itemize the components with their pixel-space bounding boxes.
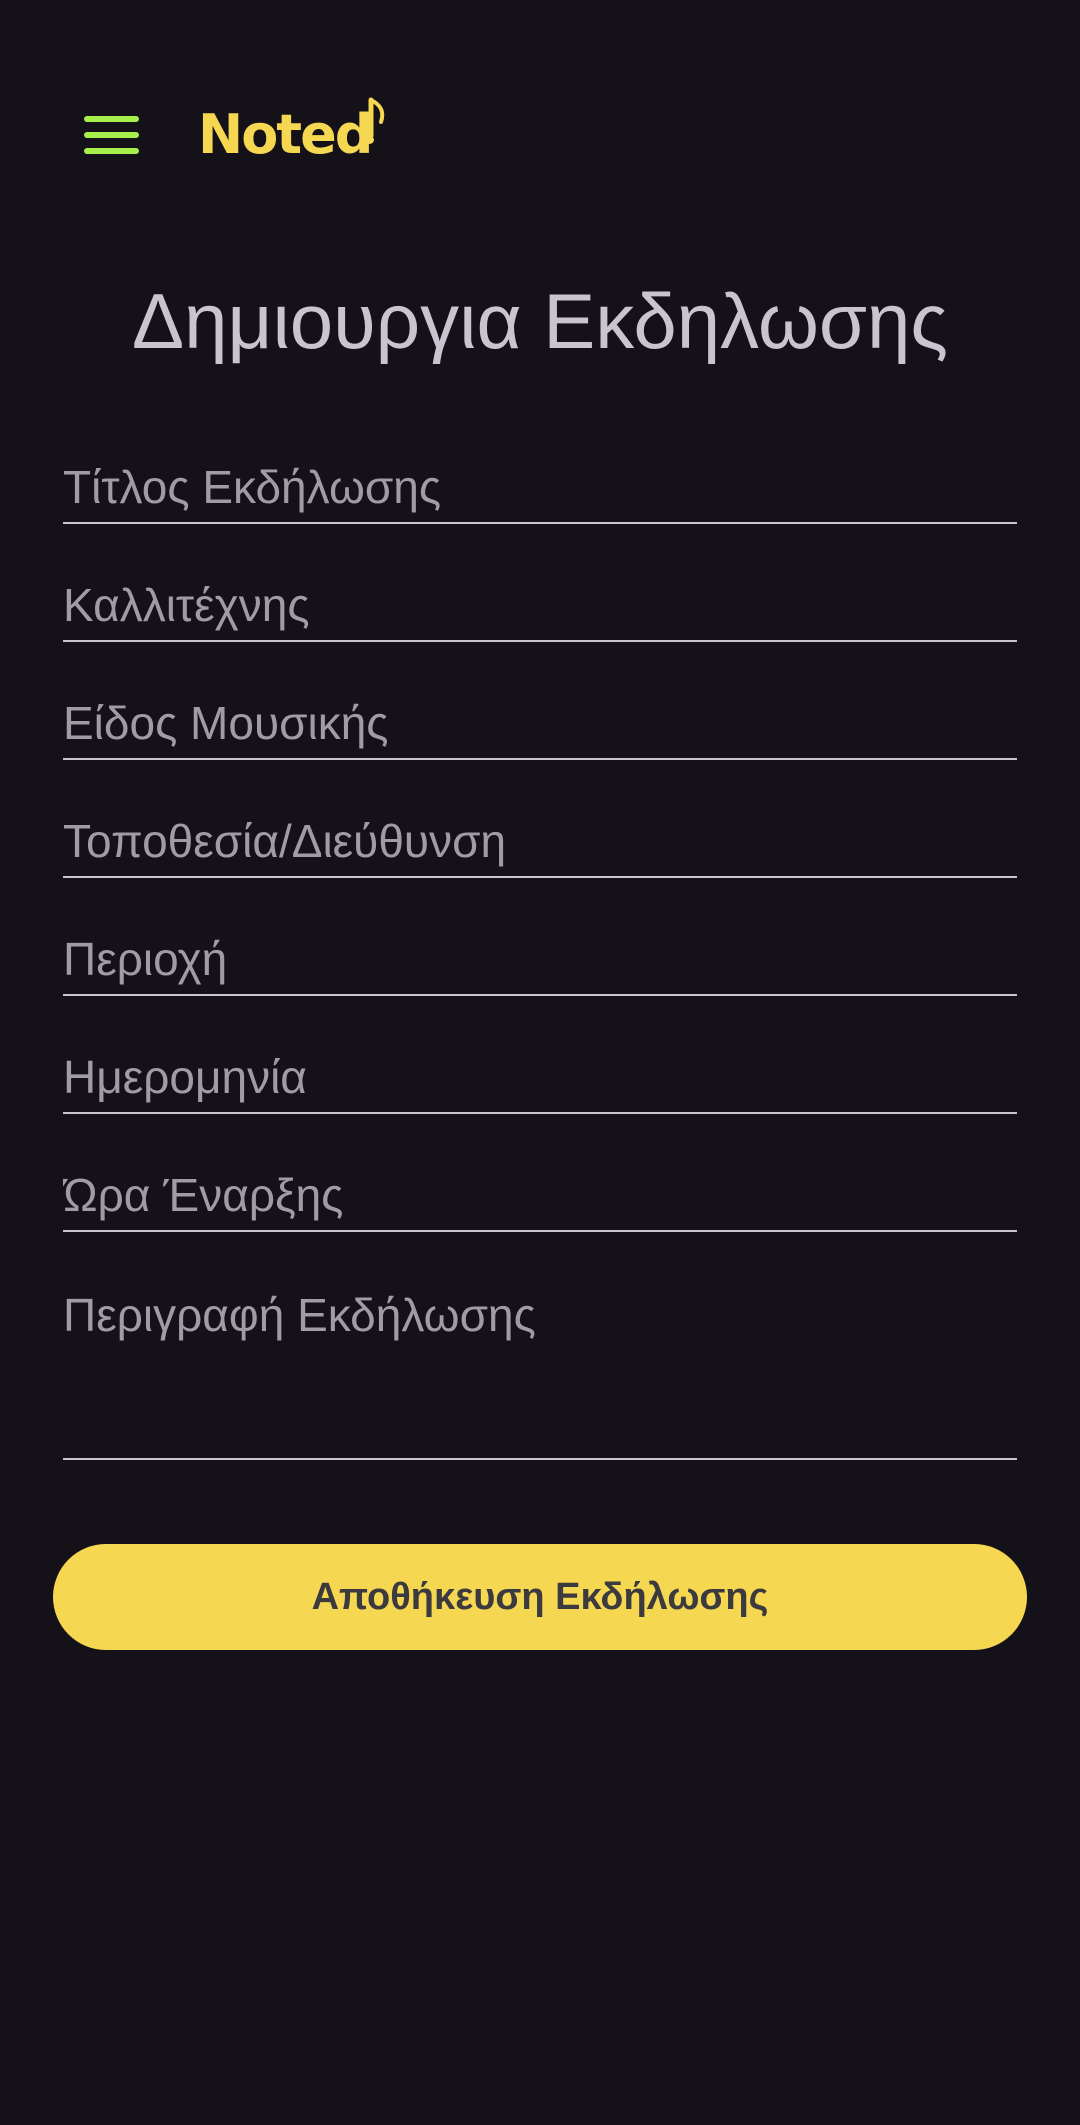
page-title: Δημιουργια Εκδηλωσης	[132, 277, 948, 365]
music-genre-input[interactable]	[63, 688, 1017, 766]
save-event-button[interactable]: Αποθήκευση Εκδήλωσης	[53, 1544, 1027, 1650]
hamburger-menu-icon[interactable]	[60, 88, 162, 174]
music-genre-field	[63, 688, 1017, 766]
area-field	[63, 924, 1017, 1002]
menu-bar-line	[84, 116, 139, 122]
start-time-input[interactable]	[63, 1160, 1017, 1238]
event-description-textarea[interactable]	[63, 1278, 1017, 1468]
top-app-bar: Noted	[0, 0, 1080, 260]
artist-field	[63, 570, 1017, 648]
music-note-icon	[365, 97, 385, 144]
menu-bar-line	[84, 148, 139, 154]
date-input[interactable]	[63, 1042, 1017, 1120]
artist-input[interactable]	[63, 570, 1017, 648]
event-title-field	[63, 452, 1017, 530]
location-address-input[interactable]	[63, 806, 1017, 884]
event-description-field	[63, 1278, 1017, 1468]
app-logo: Noted	[198, 92, 387, 162]
date-field	[63, 1042, 1017, 1120]
app-logo-text: Noted	[198, 103, 373, 166]
area-input[interactable]	[63, 924, 1017, 1002]
menu-bar-line	[84, 132, 139, 138]
location-address-field	[63, 806, 1017, 884]
event-title-input[interactable]	[63, 452, 1017, 530]
start-time-field	[63, 1160, 1017, 1238]
